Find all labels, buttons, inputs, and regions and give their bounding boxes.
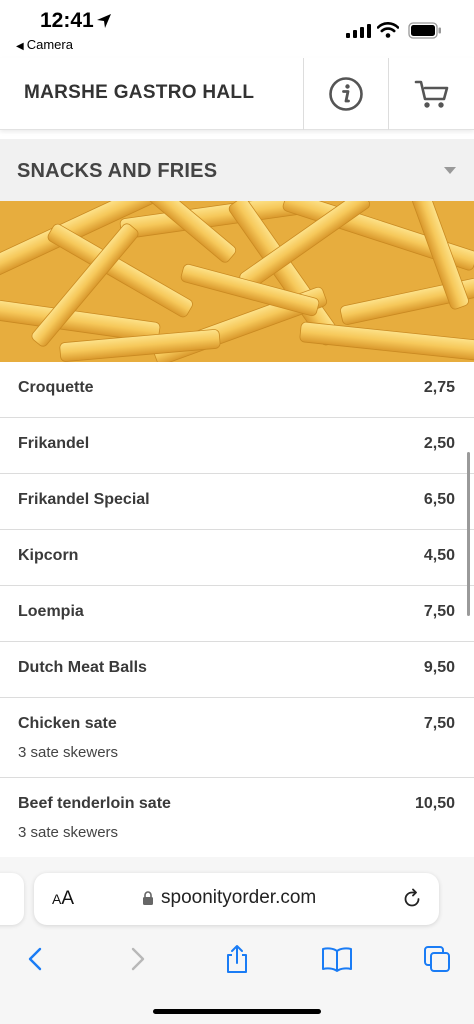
address-bar[interactable]: AA spoonityorder.com [34,873,439,925]
book-icon [322,947,352,972]
menu-item[interactable]: Frikandel Special 6,50 [0,474,474,530]
item-description: 3 sate skewers [18,824,119,841]
battery-icon [408,22,441,39]
item-name: Chicken sate [18,715,117,732]
text-size-small-label: A [52,891,62,907]
category-header[interactable]: SNACKS AND FRIES [0,139,474,201]
item-name: Frikandel [18,435,90,452]
menu-item[interactable]: Kipcorn 4,50 [0,530,474,586]
menu-item[interactable]: Dutch Meat Balls 9,50 [0,642,474,698]
back-to-app-link[interactable]: ◀ Camera [16,37,73,52]
item-name: Frikandel Special [18,491,150,508]
home-indicator[interactable] [153,1009,321,1014]
tabs-button[interactable] [417,941,457,977]
fries-illustration [0,201,474,362]
browser-toolbar [0,941,474,981]
text-size-big-label: A [61,888,75,909]
item-name: Beef tenderloin sate [18,795,171,812]
lock-icon [143,891,153,905]
wifi-icon [377,22,399,38]
fries-image [0,201,474,362]
menu-list: Croquette 2,75 Frikandel 2,50 Frikandel … [0,362,474,858]
reload-icon[interactable] [401,888,423,910]
back-app-label: Camera [26,37,73,52]
scrollbar[interactable] [467,452,470,616]
menu-item[interactable]: Croquette 2,75 [0,362,474,418]
item-price: 9,50 [423,659,455,676]
previous-tab-preview[interactable] [0,873,24,925]
text-size-button[interactable]: AA [52,888,74,910]
info-icon [329,77,363,111]
location-arrow-icon [97,14,111,28]
menu-item[interactable]: Frikandel 2,50 [0,418,474,474]
category-title: SNACKS AND FRIES [17,160,218,182]
back-button[interactable] [15,941,55,977]
share-icon [227,945,247,973]
chevron-down-icon [444,167,456,174]
item-price: 4,50 [423,547,455,564]
item-price: 6,50 [423,491,455,508]
cart-button[interactable] [389,58,474,130]
status-bar: 12:41 ◀ Camera [0,0,474,58]
item-description: 3 sate skewers [18,744,119,761]
chevron-left-icon [28,947,42,971]
item-price: 2,75 [423,379,455,396]
bookmarks-button[interactable] [317,941,357,977]
cellular-signal-icon [346,24,371,38]
back-triangle-icon: ◀ [16,41,24,52]
menu-item[interactable]: Loempia 7,50 [0,586,474,642]
item-name: Loempia [18,603,84,620]
tabs-icon [424,946,450,972]
item-name: Croquette [18,379,94,396]
menu-item[interactable]: Beef tenderloin sate 10,50 3 sate skewer… [0,778,474,858]
app-header: MARSHE GASTRO HALL [0,58,474,130]
restaurant-title[interactable]: MARSHE GASTRO HALL [24,82,254,104]
item-price: 7,50 [423,715,455,732]
share-button[interactable] [217,941,257,977]
item-price: 2,50 [423,435,455,452]
browser-bottom-bar: AA spoonityorder.com [0,857,474,1024]
url-text: spoonityorder.com [161,887,317,908]
status-time: 12:41 [40,9,94,32]
info-button[interactable] [304,58,388,130]
forward-button[interactable] [118,941,158,977]
item-name: Kipcorn [18,547,79,564]
chevron-right-icon [131,947,145,971]
menu-item[interactable]: Chicken sate 7,50 3 sate skewers [0,698,474,778]
item-price: 7,50 [423,603,455,620]
item-name: Dutch Meat Balls [18,659,147,676]
item-price: 10,50 [414,795,455,812]
cart-icon [414,80,448,108]
